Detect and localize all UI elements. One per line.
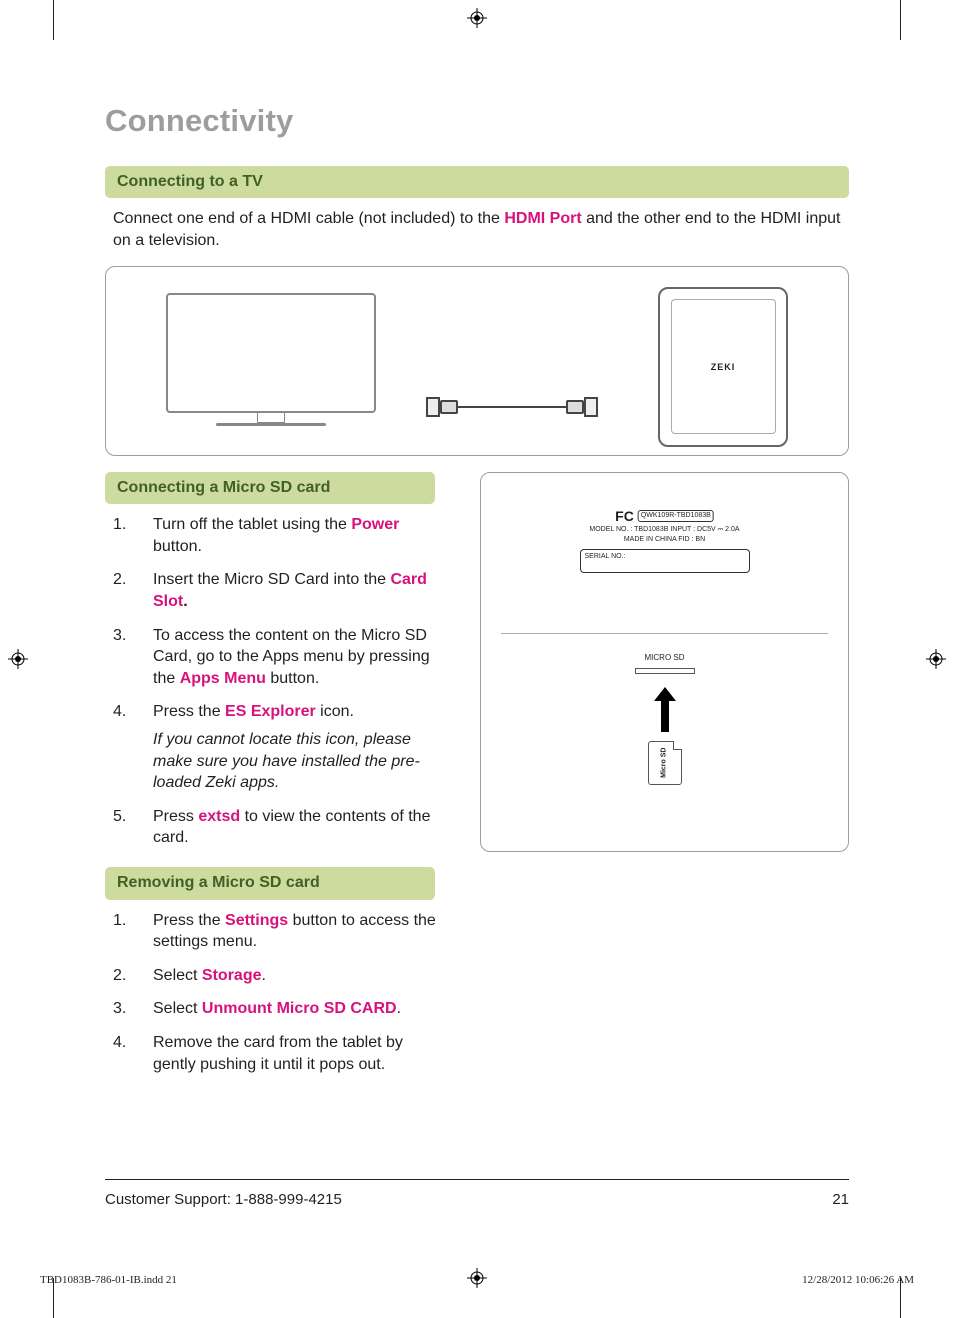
text: Connect one end of a HDMI cable (not inc…	[113, 210, 504, 227]
step-text: Press extsd to view the contents of the …	[153, 806, 450, 849]
serial-box: SERIAL NO.:	[580, 549, 750, 573]
list-item: 5. Press extsd to view the contents of t…	[113, 806, 450, 849]
fcc-icon: FC	[615, 507, 634, 526]
list-item: 2. Select Storage.	[113, 965, 450, 987]
tv-diagram: ZEKI	[105, 266, 849, 456]
microsd-label: MICRO SD	[481, 653, 848, 664]
footer-rule	[105, 1179, 849, 1181]
step-text: Insert the Micro SD Card into the Card S…	[153, 569, 450, 612]
step-number: 3.	[113, 625, 131, 690]
hdmi-port-highlight: HDMI Port	[504, 210, 581, 227]
step-text: Remove the card from the tablet by gentl…	[153, 1032, 450, 1075]
step-number: 4.	[113, 701, 131, 793]
tv-illustration	[166, 293, 376, 426]
section-heading-sd: Connecting a Micro SD card	[105, 472, 435, 505]
step-text: Select Unmount Micro SD CARD.	[153, 998, 450, 1020]
fcc-mark: FC QWK109R-TBD1083B	[615, 507, 714, 526]
sd-card-label: Micro SD	[660, 747, 669, 777]
step-text: To access the content on the Micro SD Ca…	[153, 625, 450, 690]
sd-diagram: FC QWK109R-TBD1083B MODEL NO. : TBD1083B…	[480, 472, 849, 852]
step-number: 4.	[113, 1032, 131, 1075]
step-number: 5.	[113, 806, 131, 849]
step-text: Press the ES Explorer icon. If you canno…	[153, 701, 450, 793]
page-title: Connectivity	[105, 100, 849, 142]
remove-steps: 1. Press the Settings button to access t…	[113, 910, 450, 1076]
made-line: MADE IN CHINA FID : BN	[521, 535, 808, 544]
sd-card-illustration: Micro SD	[648, 741, 682, 785]
imprint-file: TBD1083B-786-01-IB.indd 21	[40, 1273, 177, 1288]
divider	[501, 633, 828, 634]
registration-mark-icon	[8, 649, 28, 669]
list-item: 1. Turn off the tablet using the Power b…	[113, 514, 450, 557]
list-item: 4. Remove the card from the tablet by ge…	[113, 1032, 450, 1075]
crop-tick	[900, 0, 901, 40]
step-number: 2.	[113, 569, 131, 612]
section-heading-remove: Removing a Micro SD card	[105, 867, 435, 900]
tv-instruction: Connect one end of a HDMI cable (not inc…	[113, 208, 843, 251]
hdmi-cable-illustration	[426, 397, 598, 417]
zeki-logo: ZEKI	[711, 361, 736, 373]
step-text: Turn off the tablet using the Power butt…	[153, 514, 450, 557]
step-note: If you cannot locate this icon, please m…	[153, 729, 450, 794]
step-number: 3.	[113, 998, 131, 1020]
step-number: 1.	[113, 910, 131, 953]
sd-slot-illustration	[635, 668, 695, 674]
step-text: Press the Settings button to access the …	[153, 910, 450, 953]
page-number: 21	[832, 1190, 849, 1210]
fcc-id: QWK109R-TBD1083B	[638, 510, 714, 521]
section-heading-tv: Connecting to a TV	[105, 166, 849, 199]
model-line: MODEL NO. : TBD1083B INPUT : DC5V ⎓ 2.0A	[521, 525, 808, 534]
step-number: 1.	[113, 514, 131, 557]
list-item: 2. Insert the Micro SD Card into the Car…	[113, 569, 450, 612]
registration-mark-icon	[926, 649, 946, 669]
imprint-timestamp: 12/28/2012 10:06:26 AM	[802, 1273, 914, 1288]
list-item: 3. Select Unmount Micro SD CARD.	[113, 998, 450, 1020]
tablet-illustration: ZEKI	[658, 287, 788, 447]
registration-mark-icon	[467, 8, 487, 28]
step-number: 2.	[113, 965, 131, 987]
crop-tick	[53, 0, 54, 40]
sd-steps: 1. Turn off the tablet using the Power b…	[113, 514, 450, 849]
list-item: 1. Press the Settings button to access t…	[113, 910, 450, 953]
list-item: 4. Press the ES Explorer icon. If you ca…	[113, 701, 450, 793]
list-item: 3. To access the content on the Micro SD…	[113, 625, 450, 690]
step-text: Select Storage.	[153, 965, 450, 987]
arrow-up-icon	[654, 687, 676, 736]
customer-support: Customer Support: 1-888-999-4215	[105, 1190, 342, 1210]
